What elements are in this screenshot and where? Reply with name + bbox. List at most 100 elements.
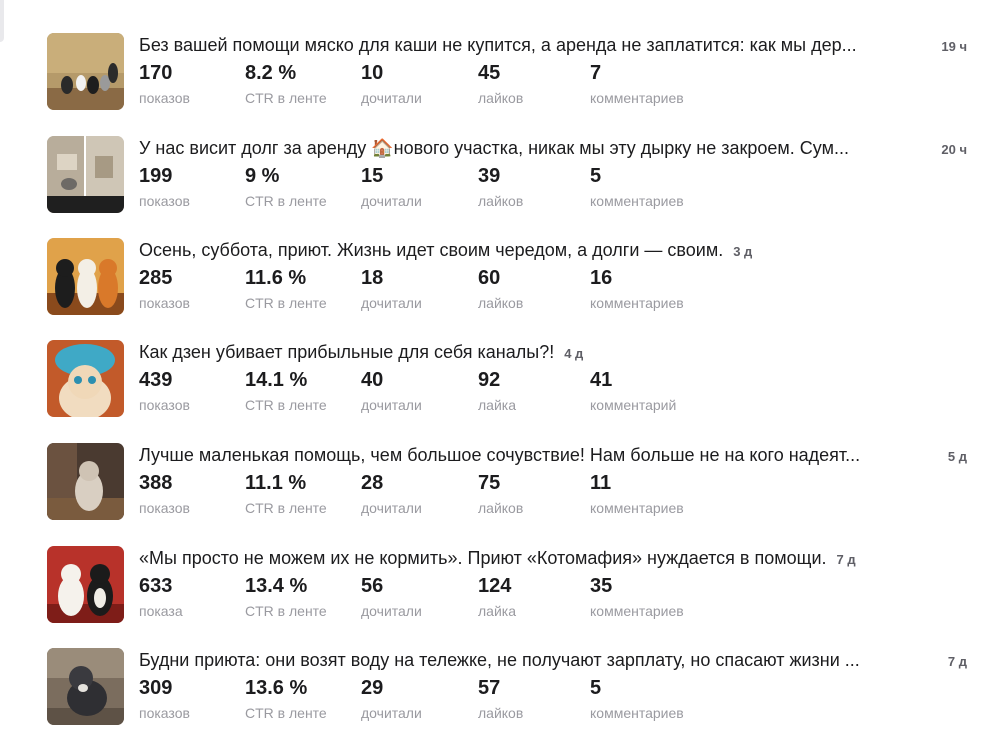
stat-label: дочитали xyxy=(361,295,422,311)
stat-value: 124 xyxy=(478,575,512,597)
stat-ctr: 13.6 % CTR в ленте xyxy=(245,676,375,722)
stat-label: дочитали xyxy=(361,603,422,619)
stat-value: 16 xyxy=(590,267,613,289)
stat-read: 28 дочитали xyxy=(361,471,491,517)
stat-label: лайков xyxy=(478,90,524,106)
post-title[interactable]: Будни приюта: они возят воду на тележке,… xyxy=(139,650,926,671)
stat-value: 8.2 % xyxy=(245,62,297,84)
post-thumbnail xyxy=(47,443,124,520)
stat-value: 28 xyxy=(361,472,384,494)
stat-value: 75 xyxy=(478,472,501,494)
post-row[interactable]: У нас висит долг за аренду 🏠нового участ… xyxy=(47,136,967,216)
post-thumbnail xyxy=(47,136,124,213)
stat-ctr: 13.4 % CTR в ленте xyxy=(245,574,375,620)
post-title[interactable]: У нас висит долг за аренду 🏠нового участ… xyxy=(139,138,919,159)
post-title[interactable]: Лучше маленькая помощь, чем большое сочу… xyxy=(139,445,926,466)
stat-read: 40 дочитали xyxy=(361,368,491,414)
stat-value: 29 xyxy=(361,677,384,699)
stat-likes: 57 лайков xyxy=(478,676,608,722)
post-title[interactable]: Как дзен убивает прибыльные для себя кан… xyxy=(139,342,554,363)
post-title[interactable]: «Мы просто не можем их не кормить». Прию… xyxy=(139,548,827,569)
post-age: 5 д xyxy=(947,449,967,464)
post-thumbnail xyxy=(47,33,124,110)
stat-label: CTR в ленте xyxy=(245,705,327,721)
stat-ctr: 9 % CTR в ленте xyxy=(245,164,375,210)
stat-value: 56 xyxy=(361,575,384,597)
stat-label: дочитали xyxy=(361,90,422,106)
stat-label: комментариев xyxy=(590,603,684,619)
stat-value: 92 xyxy=(478,369,501,391)
stat-label: дочитали xyxy=(361,193,422,209)
stat-value: 39 xyxy=(478,165,501,187)
stat-comments: 11 комментариев xyxy=(590,471,720,517)
stat-label: комментариев xyxy=(590,500,684,516)
stat-value: 10 xyxy=(361,62,384,84)
stat-label: CTR в ленте xyxy=(245,603,327,619)
stat-likes: 124 лайка xyxy=(478,574,608,620)
stat-value: 40 xyxy=(361,369,384,391)
post-age: 7 д xyxy=(947,654,967,669)
post-age: 19 ч xyxy=(941,39,967,54)
post-age: 20 ч xyxy=(941,142,967,157)
post-row[interactable]: Без вашей помощи мяско для каши не купит… xyxy=(47,33,967,113)
stat-value: 18 xyxy=(361,267,384,289)
stat-label: дочитали xyxy=(361,397,422,413)
post-age: 7 д xyxy=(836,552,856,567)
stat-likes: 60 лайков xyxy=(478,266,608,312)
post-title[interactable]: Без вашей помощи мяско для каши не купит… xyxy=(139,35,919,56)
stat-comments: 5 комментариев xyxy=(590,164,720,210)
stat-comments: 7 комментариев xyxy=(590,61,720,107)
stat-value: 5 xyxy=(590,677,602,699)
stat-value: 45 xyxy=(478,62,501,84)
stat-read: 18 дочитали xyxy=(361,266,491,312)
stat-value: 11.6 % xyxy=(245,267,307,289)
post-row[interactable]: Будни приюта: они возят воду на тележке,… xyxy=(47,648,967,728)
post-row[interactable]: Лучше маленькая помощь, чем большое сочу… xyxy=(47,443,967,523)
stat-ctr: 11.1 % CTR в ленте xyxy=(245,471,375,517)
stat-value: 9 % xyxy=(245,165,280,187)
stat-label: комментариев xyxy=(590,705,684,721)
post-row[interactable]: «Мы просто не можем их не кормить». Прию… xyxy=(47,546,967,626)
stat-ctr: 11.6 % CTR в ленте xyxy=(245,266,375,312)
post-title[interactable]: Осень, суббота, приют. Жизнь идет своим … xyxy=(139,240,723,261)
stat-comments: 5 комментариев xyxy=(590,676,720,722)
stat-comments: 16 комментариев xyxy=(590,266,720,312)
stat-value: 35 xyxy=(590,575,613,597)
stat-label: лайков xyxy=(478,705,524,721)
stat-read: 56 дочитали xyxy=(361,574,491,620)
stat-value: 15 xyxy=(361,165,384,187)
window-edge xyxy=(0,0,4,42)
stat-label: комментариев xyxy=(590,295,684,311)
stat-likes: 39 лайков xyxy=(478,164,608,210)
stat-read: 10 дочитали xyxy=(361,61,491,107)
stat-label: дочитали xyxy=(361,500,422,516)
post-age: 4 д xyxy=(564,346,584,361)
stat-value: 57 xyxy=(478,677,501,699)
stat-value: 60 xyxy=(478,267,501,289)
stat-label: CTR в ленте xyxy=(245,397,327,413)
post-thumbnail xyxy=(47,546,124,623)
stat-label: CTR в ленте xyxy=(245,295,327,311)
stat-read: 15 дочитали xyxy=(361,164,491,210)
stat-value: 14.1 % xyxy=(245,369,308,391)
stat-value: 13.4 % xyxy=(245,575,308,597)
stat-label: CTR в ленте xyxy=(245,90,327,106)
stat-label: комментарий xyxy=(590,397,677,413)
stat-ctr: 14.1 % CTR в ленте xyxy=(245,368,375,414)
stat-ctr: 8.2 % CTR в ленте xyxy=(245,61,375,107)
stat-label: лайков xyxy=(478,500,524,516)
post-row[interactable]: Осень, суббота, приют. Жизнь идет своим … xyxy=(47,238,967,318)
stat-comments: 35 комментариев xyxy=(590,574,720,620)
stat-label: CTR в ленте xyxy=(245,500,327,516)
post-row[interactable]: Как дзен убивает прибыльные для себя кан… xyxy=(47,340,967,420)
stat-label: комментариев xyxy=(590,193,684,209)
stat-label: лайков xyxy=(478,193,524,209)
stat-label: лайка xyxy=(478,397,516,413)
post-thumbnail xyxy=(47,238,124,315)
stat-label: лайков xyxy=(478,295,524,311)
stat-likes: 45 лайков xyxy=(478,61,608,107)
post-thumbnail xyxy=(47,340,124,417)
stat-value: 7 xyxy=(590,62,602,84)
stat-label: дочитали xyxy=(361,705,422,721)
stat-label: CTR в ленте xyxy=(245,193,327,209)
